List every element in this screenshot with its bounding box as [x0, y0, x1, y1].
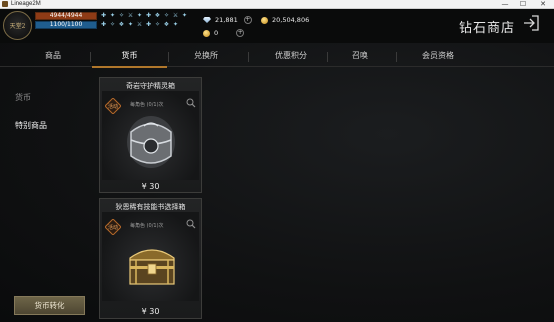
- buff-icon: ✚: [145, 12, 152, 19]
- zoom-icon[interactable]: [186, 98, 196, 108]
- shop-title: 钻石商店: [459, 21, 516, 36]
- buff-icon: ⚔: [172, 12, 179, 19]
- buff-icon: ⚔: [136, 21, 143, 28]
- buff-icon: ✧: [109, 21, 116, 28]
- currency-convert-button[interactable]: 货币转化: [14, 296, 85, 315]
- minimize-button[interactable]: —: [498, 0, 512, 9]
- tab-discount-points[interactable]: 优惠积分: [255, 46, 327, 67]
- buff-list: ✚ ✦ ✧ ⚔ ✦ ✚ ❖ ✧ ⚔ ✦ ✚ ✧ ❖ ✦ ⚔ ✚ ✧ ❖ ✦: [100, 12, 192, 30]
- buff-icon: ✧: [118, 12, 125, 19]
- buff-icon: ❖: [163, 21, 170, 28]
- purchase-limit: 每角色 (0/1)次: [130, 102, 164, 108]
- tab-membership[interactable]: 会员资格: [405, 46, 471, 67]
- product-name: 狄恩稀有技能书选择箱: [115, 203, 186, 211]
- game-client: 天堂2 4944/4944 1100/1100 ✚ ✦ ✧ ⚔ ✦ ✚ ❖ ✧ …: [0, 9, 554, 322]
- buff-icon: ❖: [154, 12, 161, 19]
- character-avatar[interactable]: 天堂2: [3, 11, 32, 40]
- maximize-button[interactable]: ☐: [516, 0, 530, 9]
- buff-icon: ✚: [100, 12, 107, 19]
- diamond-amount: 21,881: [215, 16, 238, 24]
- adena-icon: [261, 16, 268, 24]
- sidebar-item-special-products[interactable]: 特别商品: [15, 120, 47, 131]
- buff-icon: ✚: [100, 21, 107, 28]
- adena-amount: 20,504,806: [272, 16, 310, 24]
- character-level: 天堂2: [9, 23, 26, 30]
- diamond-icon: [203, 17, 211, 23]
- tab-products[interactable]: 商品: [30, 46, 76, 67]
- category-sidebar: 货币 特别商品 货币转化: [0, 67, 90, 322]
- red-diamond-icon: [203, 29, 210, 37]
- tab-currency[interactable]: 货币: [92, 46, 167, 68]
- zoom-icon[interactable]: [186, 219, 196, 229]
- gold-chest-icon: [129, 249, 175, 285]
- event-badge-label: 活动: [107, 104, 118, 110]
- buff-icon: ⚔: [127, 12, 134, 19]
- product-price: ¥ 30: [141, 307, 160, 316]
- shop-tabbar: 商品 货币 兑换所 优惠积分 召唤 会员资格: [0, 46, 554, 68]
- add-red-diamond-button[interactable]: +: [236, 29, 245, 37]
- tab-divider: [396, 52, 397, 62]
- product-image: 每角色 (0/1)次 活动: [102, 91, 199, 180]
- buff-icon: ✚: [145, 21, 152, 28]
- buff-icon: ❖: [118, 21, 125, 28]
- window-titlebar: Lineage2M — ☐ ✕: [0, 0, 554, 9]
- add-diamond-button[interactable]: +: [243, 16, 252, 24]
- mp-bar: 1100/1100: [35, 21, 97, 29]
- event-badge: 活动: [104, 97, 122, 115]
- tab-divider: [248, 52, 249, 62]
- window-title: Lineage2M: [11, 1, 41, 7]
- product-card[interactable]: 奇岩守护精灵箱 每角色 (0/1)次 活动 ¥ 30: [99, 77, 202, 193]
- hp-value: 4944/4944: [49, 12, 83, 19]
- product-name: 奇岩守护精灵箱: [126, 82, 175, 90]
- tab-divider: [90, 52, 91, 62]
- event-badge: 活动: [104, 218, 122, 236]
- tab-summon[interactable]: 召唤: [335, 46, 385, 67]
- tab-divider: [327, 52, 328, 62]
- exit-icon[interactable]: [522, 14, 540, 32]
- hp-bar: 4944/4944: [35, 12, 97, 20]
- tab-exchange[interactable]: 兑换所: [175, 46, 237, 67]
- red-diamond-currency: 0 +: [203, 29, 245, 37]
- buff-icon: ✦: [172, 21, 179, 28]
- mp-value: 1100/1100: [49, 21, 83, 28]
- product-price: ¥ 30: [141, 182, 160, 191]
- purchase-limit: 每角色 (0/1)次: [130, 223, 164, 229]
- buff-icon: ✧: [163, 12, 170, 19]
- tab-divider: [168, 52, 169, 62]
- sidebar-header-currency: 货币: [15, 93, 31, 102]
- product-image: 每角色 (0/1)次 活动: [102, 212, 199, 301]
- close-button[interactable]: ✕: [536, 0, 550, 9]
- buff-icon: ✦: [109, 12, 116, 19]
- buff-icon: ✦: [136, 12, 143, 19]
- adena-currency: 20,504,806: [261, 16, 309, 24]
- buff-icon: ✦: [127, 21, 134, 28]
- buff-icon: ✧: [154, 21, 161, 28]
- red-diamond-amount: 0: [214, 29, 219, 37]
- silver-chest-icon: [127, 116, 175, 168]
- diamond-currency: 21,881 +: [203, 16, 252, 24]
- character-hud: 天堂2 4944/4944 1100/1100 ✚ ✦ ✧ ⚔ ✦ ✚ ❖ ✧ …: [0, 9, 554, 43]
- product-card[interactable]: 狄恩稀有技能书选择箱 每角色 (0/1)次 活动 ¥ 30: [99, 198, 202, 319]
- event-badge-label: 活动: [107, 225, 118, 231]
- buff-icon: ✦: [181, 12, 188, 19]
- app-icon: [2, 1, 8, 7]
